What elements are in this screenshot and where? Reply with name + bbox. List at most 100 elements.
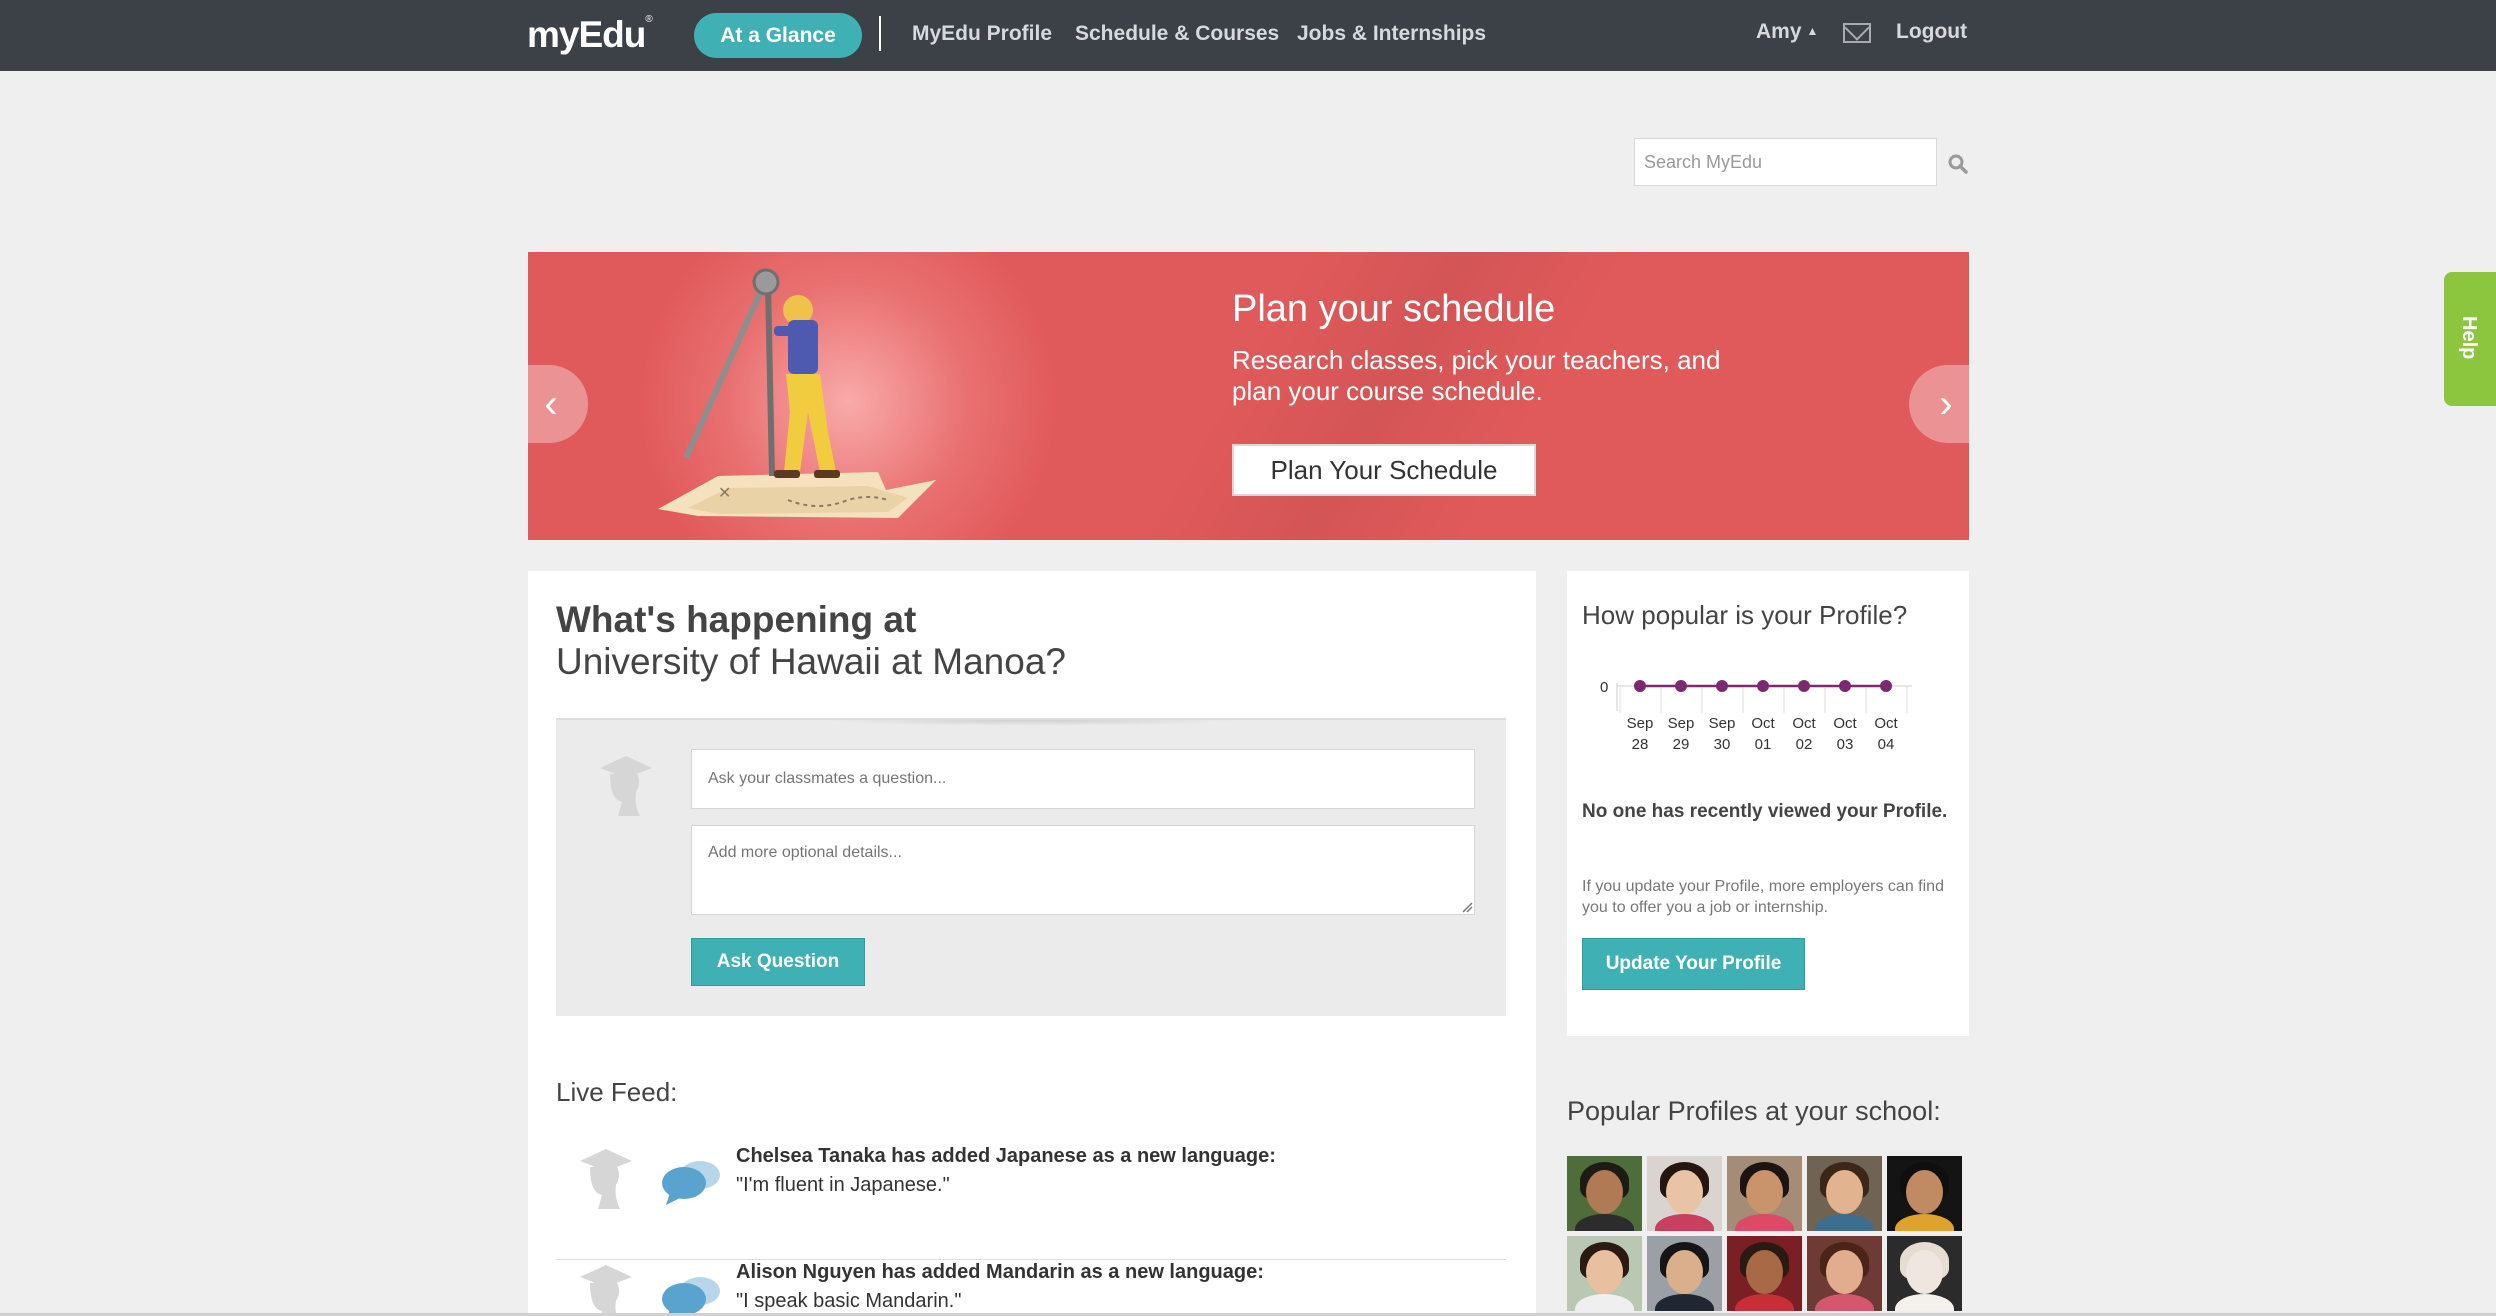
profile-photo[interactable] — [1567, 1236, 1642, 1311]
photo-body — [1575, 1214, 1634, 1231]
x-tick-label: Oct — [1792, 715, 1816, 732]
photo-body — [1815, 1294, 1874, 1311]
whats-happening-title: What's happening at — [556, 599, 917, 640]
banner-subtitle: Research classes, pick your teachers, an… — [1232, 345, 1721, 406]
photo-face — [1586, 1170, 1623, 1214]
carousel-next-arrow-icon[interactable]: › — [1909, 365, 1969, 443]
live-feed-title: Live Feed: — [556, 1077, 678, 1107]
live-feed-item: Alison Nguyen has added Mandarin as a ne… — [556, 1261, 1506, 1316]
update-profile-note: If you update your Profile, more employe… — [1582, 878, 1944, 916]
profile-photo[interactable] — [1887, 1236, 1962, 1311]
nav-schedule-courses[interactable]: Schedule & Courses — [1075, 22, 1279, 46]
profile-photo[interactable] — [1567, 1156, 1642, 1231]
help-tab[interactable]: Help — [2444, 272, 2496, 406]
profile-photo[interactable] — [1647, 1156, 1722, 1231]
photo-body — [1655, 1214, 1714, 1231]
feed-quote: "I speak basic Mandarin." — [736, 1290, 962, 1312]
photo-body — [1895, 1294, 1954, 1311]
chat-bubbles-icon — [662, 1277, 720, 1316]
photo-face — [1826, 1250, 1863, 1294]
photo-body — [1735, 1214, 1794, 1231]
profile-photo[interactable] — [1887, 1156, 1962, 1231]
x-tick-label: Sep — [1668, 715, 1695, 732]
nav-myedu-profile[interactable]: MyEdu Profile — [912, 22, 1052, 46]
nav-divider — [879, 16, 881, 51]
profile-photo[interactable] — [1647, 1236, 1722, 1311]
profile-photo[interactable] — [1807, 1156, 1882, 1231]
x-tick-label: Oct — [1751, 715, 1775, 732]
live-feed-item: Chelsea Tanaka has added Japanese as a n… — [556, 1145, 1506, 1260]
user-avatar-placeholder-icon — [580, 1265, 632, 1316]
ask-question-panel: Ask Question — [556, 718, 1506, 1016]
user-menu[interactable]: Amy ▲ — [1756, 20, 1818, 44]
x-tick-label: 03 — [1837, 736, 1854, 753]
compass-map-illustration: ✕ — [658, 268, 936, 518]
photo-face — [1746, 1170, 1783, 1214]
feed-quote: "I'm fluent in Japanese." — [736, 1174, 950, 1196]
profile-popularity-card: How popular is your Profile? 0 Sep 28 Sep 29… — [1567, 571, 1969, 1036]
photo-body — [1655, 1294, 1714, 1311]
question-details-textarea[interactable] — [691, 825, 1475, 915]
photo-face — [1826, 1170, 1863, 1214]
profile-photo[interactable] — [1727, 1236, 1802, 1311]
user-avatar-placeholder-icon — [580, 1149, 632, 1209]
data-point[interactable] — [1839, 680, 1851, 692]
x-tick-label: 29 — [1673, 736, 1690, 753]
search-input[interactable] — [1634, 138, 1937, 186]
data-point[interactable] — [1798, 680, 1810, 692]
x-tick-label: 02 — [1796, 736, 1813, 753]
x-tick-label: Oct — [1874, 715, 1898, 732]
profile-photo[interactable] — [1807, 1236, 1882, 1311]
ask-question-input[interactable] — [691, 749, 1475, 809]
data-point[interactable] — [1716, 680, 1728, 692]
photo-face — [1746, 1250, 1783, 1294]
photo-body — [1735, 1294, 1794, 1311]
photo-body — [1815, 1214, 1874, 1231]
school-name: University of Hawaii at Manoa? — [556, 641, 1066, 682]
data-point[interactable] — [1757, 680, 1769, 692]
profile-views-chart: 0 Sep 28 Sep 29 Sep 30 Oct 01 Oct 02 Oct 03 Oct 04 — [1600, 679, 1912, 753]
nav-at-a-glance[interactable]: At a Glance — [694, 13, 862, 58]
profile-photo[interactable] — [1727, 1156, 1802, 1231]
plan-your-schedule-button[interactable]: Plan Your Schedule — [1232, 444, 1536, 496]
carousel-prev-arrow-icon[interactable]: ‹ — [528, 365, 588, 443]
update-your-profile-button[interactable]: Update Your Profile — [1582, 938, 1805, 990]
popular-profiles-title: Popular Profiles at your school: — [1567, 1096, 1941, 1126]
data-point[interactable] — [1634, 680, 1646, 692]
nav-jobs-internships[interactable]: Jobs & Internships — [1297, 22, 1486, 46]
ask-question-button[interactable]: Ask Question — [691, 938, 865, 986]
help-tab-label: Help — [2458, 316, 2480, 360]
user-avatar-placeholder-icon — [600, 756, 652, 816]
photo-face — [1586, 1250, 1623, 1294]
mail-icon[interactable] — [1843, 23, 1871, 43]
photo-face — [1666, 1170, 1703, 1214]
banner-title: Plan your schedule — [1232, 288, 1556, 330]
data-point[interactable] — [1880, 680, 1892, 692]
myedu-logo[interactable]: myEdu® — [527, 14, 653, 56]
photo-face — [1666, 1250, 1703, 1294]
feed-headline[interactable]: Alison Nguyen has added Mandarin as a ne… — [736, 1261, 1264, 1284]
photo-body — [1895, 1214, 1954, 1231]
x-tick-label: 01 — [1755, 736, 1772, 753]
search-icon[interactable] — [1947, 153, 1969, 175]
logout-link[interactable]: Logout — [1896, 20, 1967, 44]
photo-body — [1575, 1294, 1634, 1311]
resize-grip-icon[interactable] — [1461, 901, 1473, 913]
chat-bubbles-icon — [662, 1161, 720, 1205]
caret-up-icon: ▲ — [1806, 24, 1819, 38]
no-views-message: No one has recently viewed your Profile. — [1582, 801, 1948, 822]
photo-face — [1906, 1170, 1943, 1214]
data-point[interactable] — [1675, 680, 1687, 692]
photo-face — [1906, 1250, 1943, 1294]
svg-text:✕: ✕ — [718, 483, 731, 502]
ask-panel-shadow — [816, 720, 1246, 726]
promo-banner: ✕ Plan your schedule Research classes, p… — [528, 252, 1969, 540]
x-tick-label: Oct — [1833, 715, 1857, 732]
x-tick-label: Sep — [1709, 715, 1736, 732]
x-tick-label: 04 — [1878, 736, 1895, 753]
feed-headline[interactable]: Chelsea Tanaka has added Japanese as a n… — [736, 1145, 1276, 1168]
y-tick-label: 0 — [1600, 679, 1608, 696]
x-tick-label: Sep — [1627, 715, 1654, 732]
popularity-title: How popular is your Profile? — [1582, 600, 1908, 630]
top-navigation-bar: myEdu® At a Glance MyEdu Profile Schedul… — [0, 0, 2496, 71]
